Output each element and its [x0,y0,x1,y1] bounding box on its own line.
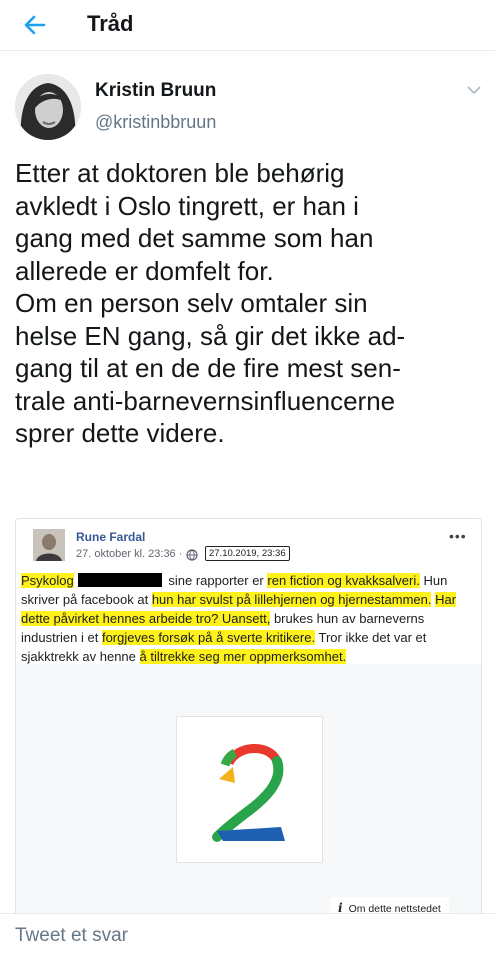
avatar[interactable] [15,74,81,140]
highlight: forgjeves forsøk på å sverte kritikere. [101,630,316,645]
post-date: 27. oktober kl. 23:36 · [76,548,183,560]
highlight: å tiltrekke seg mer oppmerksomhet. [139,649,347,664]
timestamp-stamp: 27.10.2019, 23:36 [205,546,290,561]
redaction-bar [77,573,162,587]
tweet-media-image[interactable]: Rune Fardal 27. oktober kl. 23:36 · 27.1… [15,518,482,920]
poster-name: Rune Fardal [76,530,146,544]
tv2-logo-image [212,744,285,842]
back-arrow-icon[interactable] [20,10,50,40]
chevron-down-icon[interactable] [466,84,482,96]
tv2-logo [176,716,323,863]
facebook-post: Rune Fardal 27. oktober kl. 23:36 · 27.1… [16,519,481,664]
tweet-text: Etter at doktoren ble behørig avkledt i … [15,158,406,448]
highlight: hun har svulst på lillehjernen og hjerne… [151,592,432,607]
highlight: ren fiction og kvakksalveri. [267,573,420,588]
page-title: Tråd [87,11,134,36]
reply-bar[interactable]: Tweet et svar [0,913,495,961]
highlight: Psykolog [21,573,74,588]
reply-input[interactable]: Tweet et svar [15,925,128,947]
post-text-part: sine rapporter er [168,573,264,588]
post-text: Psykolog sine rapporter er ren fiction o… [21,571,473,666]
author-handle[interactable]: @kristinbbruun [95,112,216,133]
top-bar: Tråd [0,0,495,51]
author-name[interactable]: Kristin Bruun [95,80,216,102]
poster-avatar [33,529,65,561]
globe-icon [186,549,198,561]
more-options-icon: ••• [449,528,467,544]
